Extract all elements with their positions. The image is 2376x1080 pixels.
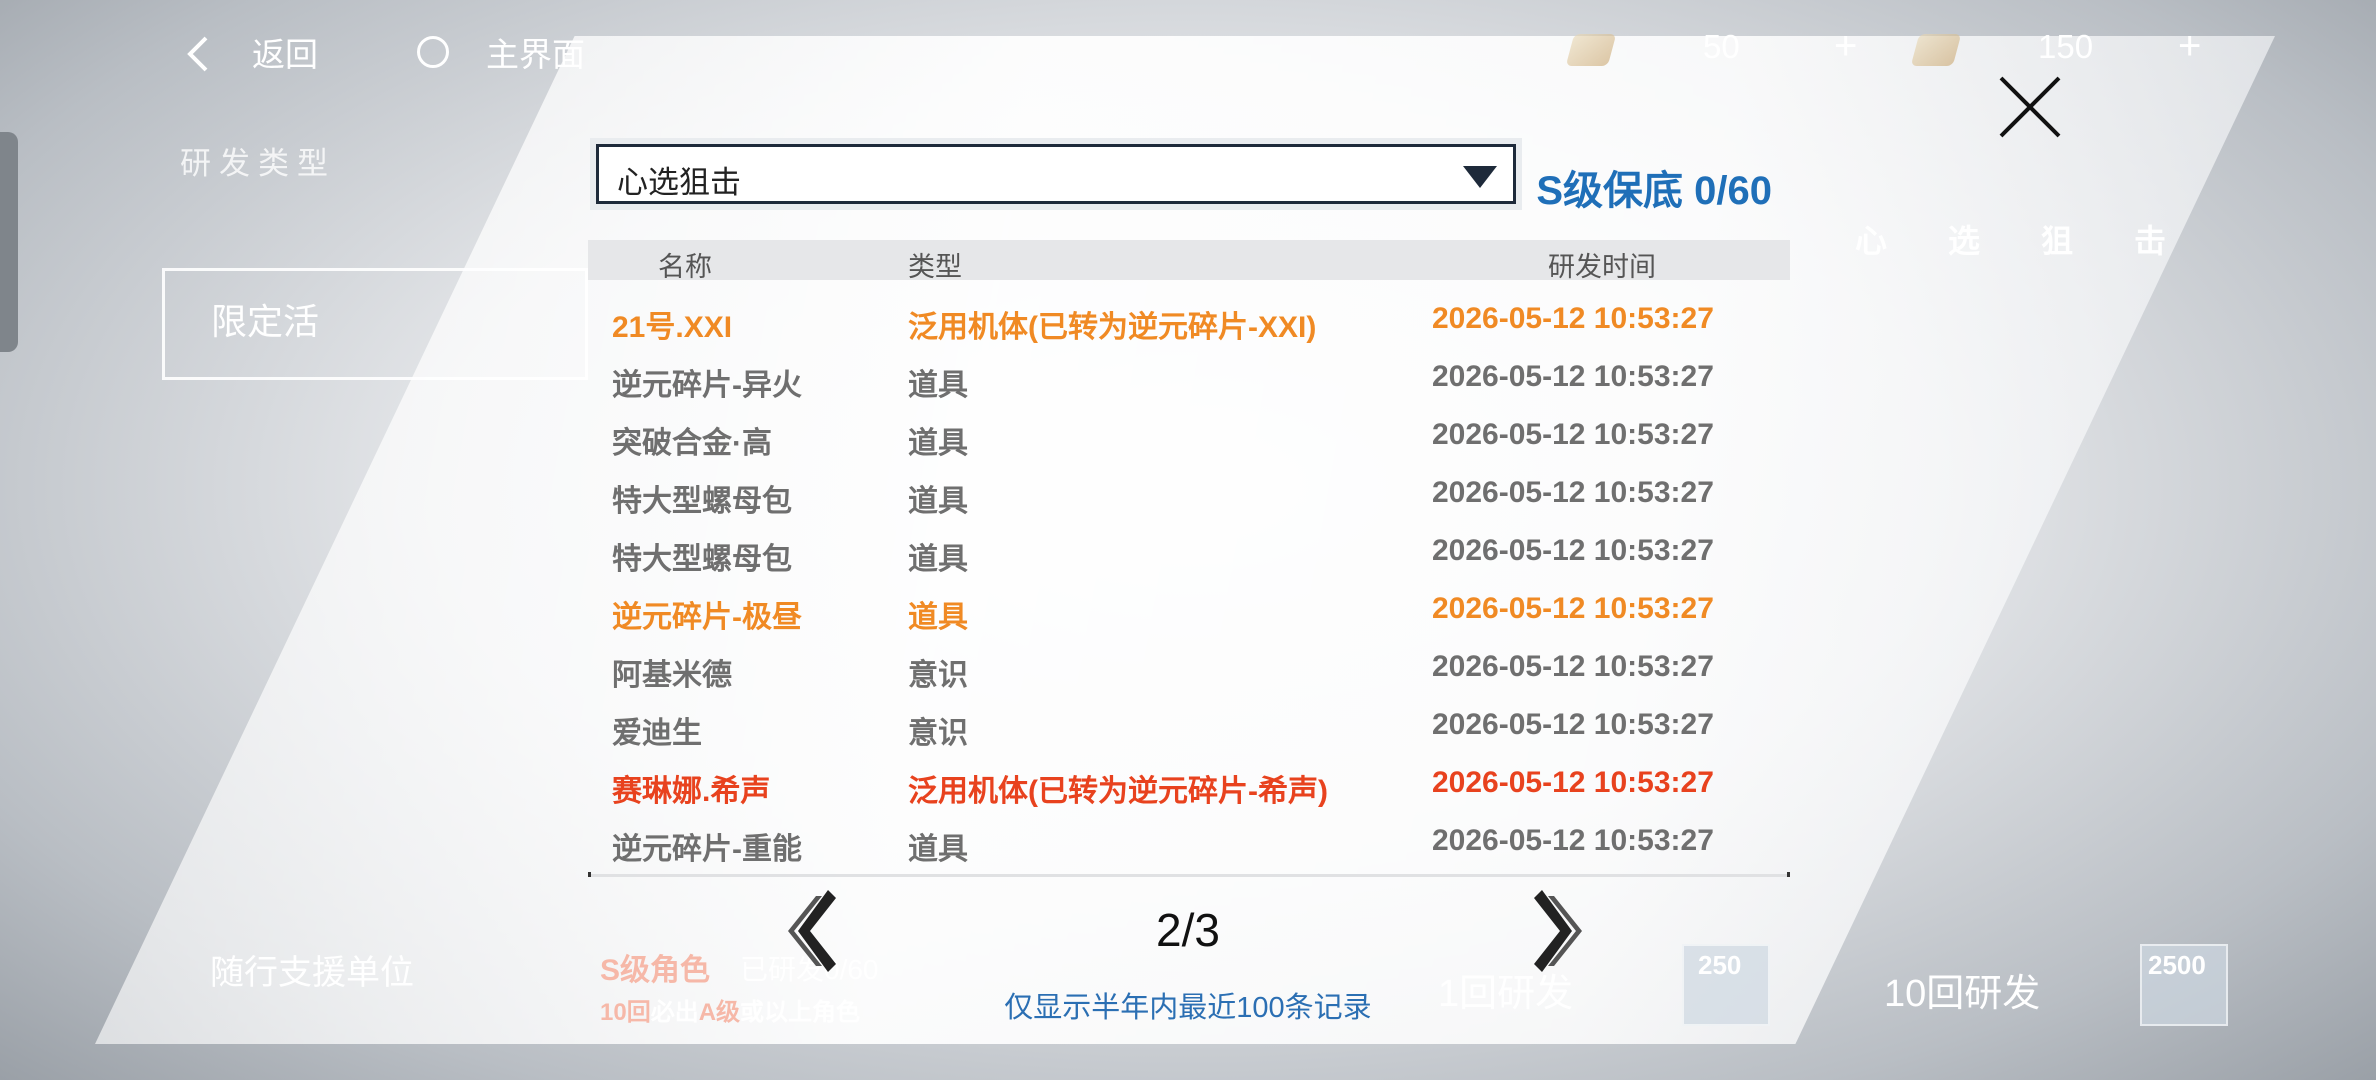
record-name: 特大型螺母包 bbox=[612, 485, 792, 518]
record-type: 泛用机体(已转为逆元碎片-XXI) bbox=[908, 311, 1317, 344]
pool-select-value: 心选狙击 bbox=[617, 165, 741, 200]
research-ticket-count: 50 bbox=[1703, 28, 1740, 65]
record-type: 道具 bbox=[908, 485, 968, 518]
record-time: 2026-05-12 10:53:27 bbox=[1432, 476, 1714, 509]
research-record-dialog: 心选狙击 S级保底 0/60 名称 类型 研发时间 21号.XXI 泛用机体(已转… bbox=[586, 130, 1790, 1030]
home-icon[interactable] bbox=[417, 36, 449, 68]
record-type: 意识 bbox=[908, 659, 968, 692]
record-name: 特大型螺母包 bbox=[612, 543, 792, 576]
record-time: 2026-05-12 10:53:27 bbox=[1432, 360, 1714, 393]
pool-select[interactable]: 心选狙击 bbox=[590, 138, 1522, 210]
s-rank-pity: S级保底 0/60 bbox=[1536, 169, 1772, 213]
black-card-count: 150 bbox=[2038, 28, 2094, 65]
limited-event-label: 限定活 bbox=[211, 301, 320, 342]
home-button[interactable]: 主界面 bbox=[486, 28, 585, 76]
record-type: 道具 bbox=[908, 427, 968, 460]
pool-title-char-2: 选 bbox=[1948, 223, 1981, 259]
table-row: 阿基米德 意识 2026-05-12 10:53:27 bbox=[586, 640, 1790, 698]
record-name: 赛琳娜.希声 bbox=[612, 775, 771, 808]
page-indicator: 2/3 bbox=[1156, 904, 1220, 956]
table-row: 逆元碎片-极昼 道具 2026-05-12 10:53:27 bbox=[586, 582, 1790, 640]
chevron-left-icon[interactable] bbox=[184, 34, 212, 74]
record-time: 2026-05-12 10:53:27 bbox=[1432, 418, 1714, 451]
record-name: 逆元碎片-极昼 bbox=[612, 601, 802, 634]
record-time: 2026-05-12 10:53:27 bbox=[1432, 592, 1714, 625]
record-type: 道具 bbox=[908, 601, 968, 634]
pool-title-char-4: 击 bbox=[2134, 223, 2167, 259]
table-header: 名称 类型 研发时间 bbox=[588, 240, 1790, 282]
table-row: 特大型螺母包 道具 2026-05-12 10:53:27 bbox=[586, 466, 1790, 524]
record-name: 逆元碎片-异火 bbox=[612, 369, 802, 402]
table-row: 爱迪生 意识 2026-05-12 10:53:27 bbox=[586, 698, 1790, 756]
record-name: 21号.XXI bbox=[612, 311, 733, 344]
record-time: 2026-05-12 10:53:27 bbox=[1432, 708, 1714, 741]
ten-research-button[interactable]: 10回研发 bbox=[1884, 962, 2040, 1017]
record-limit-note: 仅显示半年内最近100条记录 bbox=[1004, 992, 1372, 1024]
support-unit-label: 随行支援单位 bbox=[210, 954, 414, 992]
next-page-icon[interactable] bbox=[1532, 886, 1584, 976]
record-type: 道具 bbox=[908, 543, 968, 576]
record-type: 道具 bbox=[908, 369, 968, 402]
record-name: 阿基米德 bbox=[612, 659, 732, 692]
side-tab[interactable] bbox=[0, 132, 18, 352]
limited-event-tab[interactable]: 限定活 bbox=[162, 268, 588, 380]
record-time: 2026-05-12 10:53:27 bbox=[1432, 302, 1714, 335]
column-name: 名称 bbox=[658, 252, 712, 282]
add-card-button[interactable]: + bbox=[2178, 24, 2201, 69]
table-row: 突破合金·高 道具 2026-05-12 10:53:27 bbox=[586, 408, 1790, 466]
record-name: 爱迪生 bbox=[612, 717, 702, 750]
back-button[interactable]: 返回 bbox=[252, 28, 318, 76]
research-ticket-icon bbox=[1565, 34, 1617, 66]
record-time: 2026-05-12 10:53:27 bbox=[1432, 650, 1714, 683]
research-type-label: 研发类型 bbox=[180, 146, 336, 181]
table-row: 特大型螺母包 道具 2026-05-12 10:53:27 bbox=[586, 524, 1790, 582]
column-time: 研发时间 bbox=[1548, 252, 1656, 282]
record-type: 泛用机体(已转为逆元碎片-希声) bbox=[908, 775, 1328, 808]
record-name: 突破合金·高 bbox=[612, 427, 772, 460]
record-type: 道具 bbox=[908, 833, 968, 866]
pool-title-char-1: 心 bbox=[1855, 223, 1888, 259]
table-row: 赛琳娜.希声 泛用机体(已转为逆元碎片-希声) 2026-05-12 10:53:2… bbox=[586, 756, 1790, 814]
record-name: 逆元碎片-重能 bbox=[612, 833, 802, 866]
record-time: 2026-05-12 10:53:27 bbox=[1432, 824, 1714, 857]
triangle-down-icon bbox=[1463, 166, 1497, 188]
pool-title-char-3: 狙 bbox=[2041, 223, 2074, 259]
table-row: 21号.XXI 泛用机体(已转为逆元碎片-XXI) 2026-05-12 10:53… bbox=[586, 292, 1790, 350]
record-time: 2026-05-12 10:53:27 bbox=[1432, 766, 1714, 799]
ten-cost: 2500 bbox=[2148, 950, 2206, 980]
table-row: 逆元碎片-重能 道具 2026-05-12 10:53:27 bbox=[586, 814, 1790, 872]
table-row: 逆元碎片-异火 道具 2026-05-12 10:53:27 bbox=[586, 350, 1790, 408]
record-time: 2026-05-12 10:53:27 bbox=[1432, 534, 1714, 567]
column-type: 类型 bbox=[908, 252, 962, 282]
record-type: 意识 bbox=[908, 717, 968, 750]
add-ticket-button[interactable]: + bbox=[1834, 24, 1857, 69]
table-divider bbox=[588, 872, 1790, 877]
close-icon[interactable] bbox=[1995, 72, 2065, 142]
black-card-icon bbox=[1910, 34, 1962, 66]
